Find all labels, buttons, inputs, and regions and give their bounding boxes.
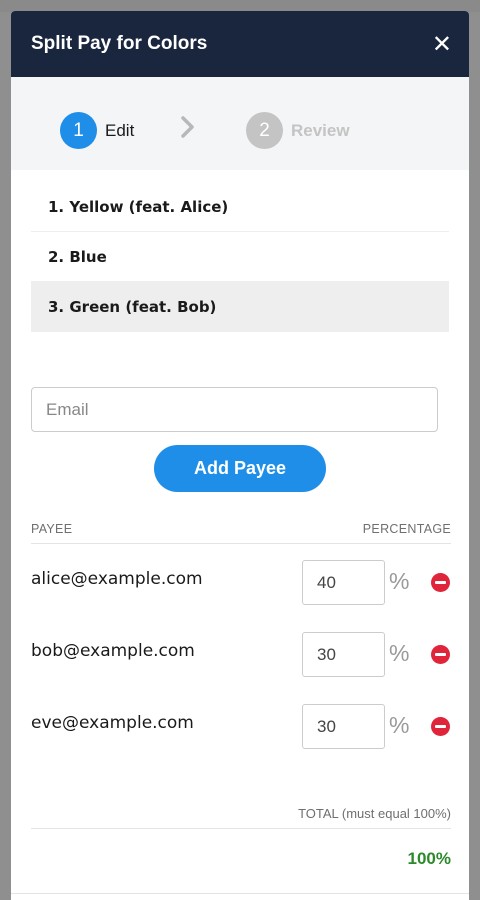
track-item[interactable]: 1. Yellow (feat. Alice) [31, 182, 449, 232]
close-icon[interactable]: ✕ [432, 32, 452, 56]
payee-column-header: PAYEE [31, 522, 73, 536]
step-review[interactable]: 2 Review [246, 112, 350, 149]
payee-row: bob@example.com % [31, 632, 451, 678]
track-item-selected[interactable]: 3. Green (feat. Bob) [31, 282, 449, 332]
divider [11, 893, 469, 894]
payee-table-header: PAYEE PERCENTAGE [31, 522, 451, 544]
modal-title: Split Pay for Colors [31, 33, 208, 54]
percentage-input[interactable] [302, 704, 385, 749]
payee-email: alice@example.com [31, 569, 203, 589]
payee-row: alice@example.com % [31, 560, 451, 606]
total-label: TOTAL (must equal 100%) [31, 806, 451, 829]
remove-payee-icon[interactable] [431, 573, 450, 592]
chevron-right-icon [181, 116, 194, 138]
modal-header: Split Pay for Colors ✕ [11, 11, 469, 77]
percentage-input[interactable] [302, 632, 385, 677]
add-payee-button[interactable]: Add Payee [154, 445, 326, 492]
stepper: 1 Edit 2 Review [11, 77, 469, 170]
split-pay-modal: Split Pay for Colors ✕ 1 Edit 2 Review 1… [11, 11, 469, 900]
step-number: 1 [60, 112, 97, 149]
step-edit[interactable]: 1 Edit [60, 112, 134, 149]
step-label: Review [291, 120, 350, 140]
payee-email: bob@example.com [31, 641, 195, 661]
step-label: Edit [105, 120, 135, 140]
remove-payee-icon[interactable] [431, 645, 450, 664]
percent-sign: % [389, 712, 410, 738]
track-item[interactable]: 2. Blue [31, 232, 449, 282]
track-list: 1. Yellow (feat. Alice) 2. Blue 3. Green… [31, 182, 449, 332]
percent-sign: % [389, 568, 410, 594]
remove-payee-icon[interactable] [431, 717, 450, 736]
percentage-column-header: PERCENTAGE [362, 522, 451, 536]
percent-sign: % [389, 640, 410, 666]
percentage-input[interactable] [302, 560, 385, 605]
step-number: 2 [246, 112, 283, 149]
email-input[interactable] [31, 387, 438, 432]
payee-row: eve@example.com % [31, 704, 451, 750]
total-value: 100% [407, 849, 451, 868]
payee-email: eve@example.com [31, 713, 194, 733]
